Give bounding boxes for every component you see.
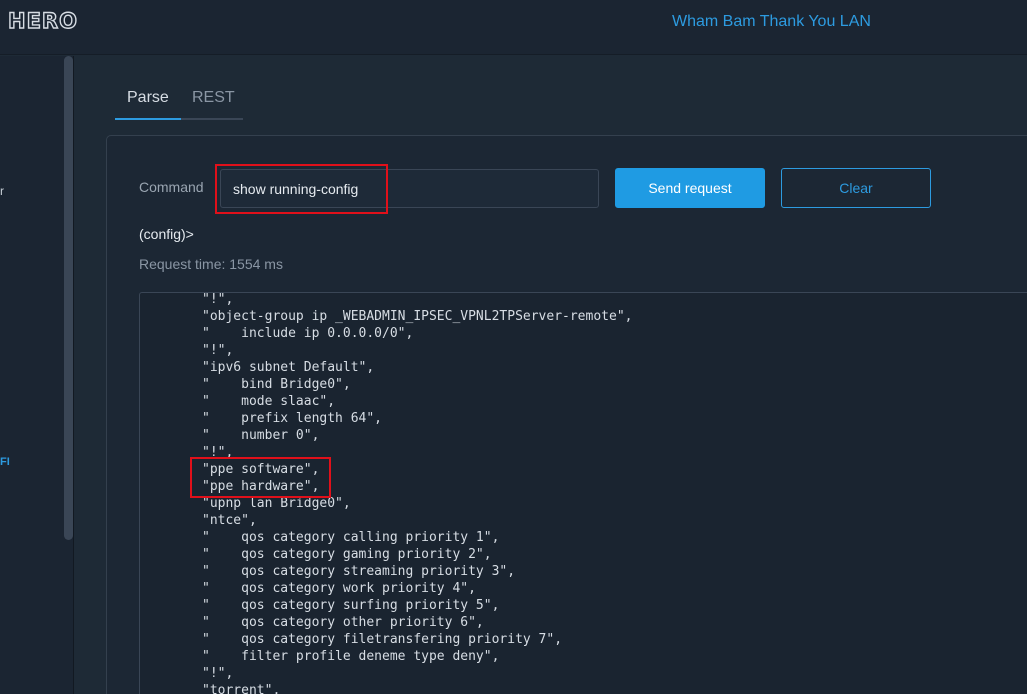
response-line: "ipv6 subnet Default", — [202, 360, 375, 375]
response-line: "ppe software", — [202, 462, 320, 477]
response-line: "upnp lan Bridge0", — [202, 496, 351, 511]
response-line: "!", — [202, 666, 234, 681]
send-request-button[interactable]: Send request — [615, 168, 765, 208]
response-line: " filter profile deneme type deny", — [202, 649, 500, 664]
network-name: Wham Bam Thank You LAN — [672, 13, 871, 30]
sidebar-item-wifi-partial[interactable]: FI — [0, 456, 10, 468]
response-line: " prefix length 64", — [202, 411, 383, 426]
response-line: " number 0", — [202, 428, 320, 443]
response-line: "ppe hardware", — [202, 479, 320, 494]
response-line: " qos category calling priority 1", — [202, 530, 500, 545]
request-time: Request time: 1554 ms — [139, 256, 283, 272]
response-line: " include ip 0.0.0.0/0", — [202, 326, 414, 341]
tab-parse[interactable]: Parse — [127, 89, 169, 107]
response-line: "!", — [202, 445, 234, 460]
sidebar-item-partial[interactable]: r — [0, 184, 4, 198]
sidebar: r FI — [0, 56, 74, 694]
response-line: " qos category other priority 6", — [202, 615, 484, 630]
top-bar: HERO Wham Bam Thank You LAN — [0, 0, 1027, 55]
tab-rest[interactable]: REST — [192, 89, 235, 107]
response-line: "object-group ip _WEBADMIN_IPSEC_VPNL2TP… — [202, 309, 633, 324]
response-line: "torrent", — [202, 683, 281, 694]
command-input[interactable] — [220, 169, 599, 208]
tab-bar: Parse REST — [115, 80, 243, 120]
response-output[interactable]: "!", "object-group ip _WEBADMIN_IPSEC_VPN… — [139, 292, 1027, 694]
response-line: "!", — [202, 292, 234, 307]
response-line: " bind Bridge0", — [202, 377, 351, 392]
response-line: " qos category streaming priority 3", — [202, 564, 516, 579]
response-line: "!", — [202, 343, 234, 358]
command-label: Command — [139, 179, 204, 195]
response-line: " qos category gaming priority 2", — [202, 547, 492, 562]
hero-logo[interactable]: HERO — [7, 8, 78, 33]
response-line: " mode slaac", — [202, 394, 336, 409]
cli-prompt: (config)> — [139, 226, 194, 242]
response-lines: "!", "object-group ip _WEBADMIN_IPSEC_VPN… — [202, 292, 633, 694]
sidebar-scrollbar[interactable] — [64, 56, 73, 540]
clear-button[interactable]: Clear — [781, 168, 931, 208]
response-line: " qos category surfing priority 5", — [202, 598, 500, 613]
response-line: "ntce", — [202, 513, 257, 528]
active-tab-indicator — [115, 118, 181, 120]
response-line: " qos category filetransfering priority … — [202, 632, 563, 647]
response-line: " qos category work priority 4", — [202, 581, 476, 596]
